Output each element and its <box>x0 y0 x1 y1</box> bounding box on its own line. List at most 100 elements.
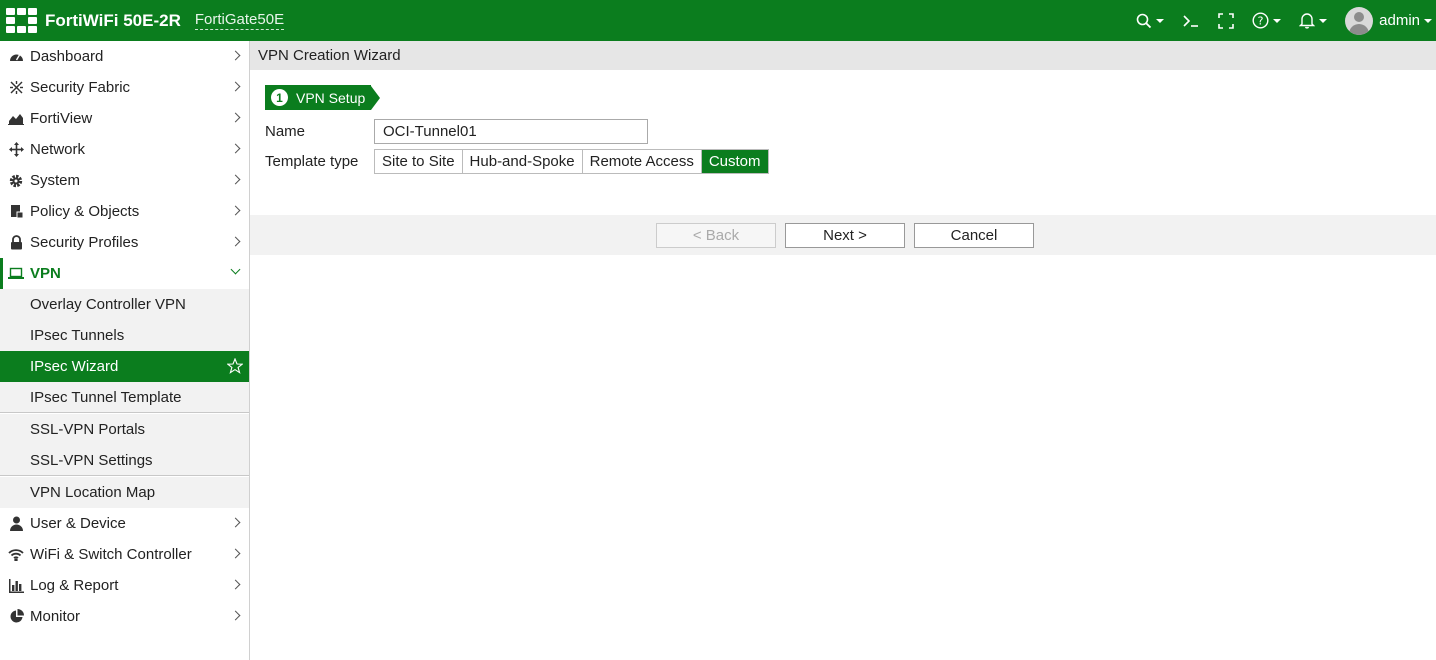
sidebar-item-label: User & Device <box>30 515 126 532</box>
chevron-right-icon <box>230 548 241 559</box>
fullscreen-icon <box>1218 12 1234 29</box>
policy-document-icon <box>8 204 24 220</box>
chevron-right-icon <box>230 112 241 123</box>
chevron-down-icon <box>1319 18 1328 23</box>
user-menu-button[interactable]: admin <box>1345 6 1432 35</box>
sidebar-subitem-ipsec-tunnel-template[interactable]: IPsec Tunnel Template <box>0 382 249 413</box>
sidebar-item-user-device[interactable]: User & Device <box>0 508 249 539</box>
sidebar-item-label: Log & Report <box>30 577 119 594</box>
step-arrow <box>371 85 381 110</box>
notification-bell-icon <box>1299 13 1316 29</box>
sidebar-subitem-label: IPsec Tunnel Template <box>30 388 182 406</box>
svg-text:?: ? <box>1258 15 1264 28</box>
template-option-hub-and-spoke[interactable]: Hub-and-Spoke <box>462 150 583 173</box>
cli-console-button[interactable] <box>1182 13 1200 29</box>
chevron-right-icon <box>230 50 241 61</box>
sidebar-subitem-label: VPN Location Map <box>30 484 156 501</box>
template-option-custom[interactable]: Custom <box>701 150 768 173</box>
template-type-selector: Site to Site Hub-and-Spoke Remote Access… <box>374 149 769 174</box>
sidebar-item-label: VPN <box>30 265 61 282</box>
chevron-right-icon <box>230 517 241 528</box>
template-option-remote-access[interactable]: Remote Access <box>582 150 702 173</box>
next-button[interactable]: Next > <box>785 223 905 248</box>
sidebar-item-label: Security Profiles <box>30 234 139 251</box>
sidebar-nav: Dashboard Security Fabric FortiView Netw… <box>0 41 250 660</box>
step-number-badge: 1 <box>271 89 288 106</box>
sidebar-subitem-label: IPsec Wizard <box>30 358 119 375</box>
device-model: FortiWiFi 50E-2R <box>45 10 181 30</box>
search-button[interactable] <box>1136 13 1165 29</box>
cli-console-icon <box>1183 14 1199 27</box>
sidebar-item-network[interactable]: Network <box>0 134 249 165</box>
top-bar: FortiWiFi 50E-2R FortiGate50E ? admin <box>0 0 1436 41</box>
sidebar-item-system[interactable]: System <box>0 165 249 196</box>
sidebar-item-monitor[interactable]: Monitor <box>0 601 249 632</box>
template-option-site-to-site[interactable]: Site to Site <box>375 150 463 173</box>
sidebar-subitem-ssl-vpn-settings[interactable]: SSL-VPN Settings <box>0 445 249 476</box>
sidebar-item-label: WiFi & Switch Controller <box>30 546 192 563</box>
sidebar-item-wifi-switch-controller[interactable]: WiFi & Switch Controller <box>0 539 249 570</box>
user-icon <box>8 516 24 532</box>
chevron-down-icon <box>1156 18 1165 23</box>
sidebar-item-policy-objects[interactable]: Policy & Objects <box>0 196 249 227</box>
step-label: VPN Setup <box>296 89 366 106</box>
sidebar-subitem-label: Overlay Controller VPN <box>30 296 186 313</box>
laptop-icon <box>8 266 24 282</box>
page-title: VPN Creation Wizard <box>258 47 401 64</box>
chevron-right-icon <box>230 610 241 621</box>
chevron-right-icon <box>230 205 241 216</box>
sidebar-item-log-report[interactable]: Log & Report <box>0 570 249 601</box>
cancel-button[interactable]: Cancel <box>914 223 1034 248</box>
sidebar-item-security-profiles[interactable]: Security Profiles <box>0 227 249 258</box>
sidebar-item-label: FortiView <box>30 110 93 127</box>
back-button[interactable]: < Back <box>656 223 776 248</box>
log-chart-icon <box>8 578 24 594</box>
wizard-footer: < Back Next > Cancel <box>250 215 1436 255</box>
sidebar-item-vpn[interactable]: VPN <box>0 258 249 289</box>
template-type-label: Template type <box>265 153 359 170</box>
sidebar-subitem-ipsec-tunnels[interactable]: IPsec Tunnels <box>0 320 249 351</box>
device-hostname[interactable]: FortiGate50E <box>194 11 285 30</box>
avatar <box>1345 6 1374 35</box>
sidebar-subitem-vpn-location-map[interactable]: VPN Location Map <box>0 477 249 508</box>
notifications-button[interactable] <box>1299 12 1328 29</box>
search-icon <box>1136 13 1152 28</box>
main-content: VPN Creation Wizard 1 VPN Setup Name Tem… <box>250 41 1436 660</box>
sidebar-item-fortiview[interactable]: FortiView <box>0 103 249 134</box>
sidebar-subitem-ipsec-wizard[interactable]: IPsec Wizard <box>0 351 249 382</box>
dashboard-icon <box>8 49 24 65</box>
help-button[interactable]: ? <box>1252 12 1282 29</box>
sidebar-item-label: Dashboard <box>30 48 104 65</box>
chevron-right-icon <box>230 579 241 590</box>
monitor-pie-icon <box>8 609 24 625</box>
chevron-right-icon <box>230 174 241 185</box>
template-type-row: Template type Site to Site Hub-and-Spoke… <box>265 149 769 174</box>
sidebar-subitem-overlay-controller-vpn[interactable]: Overlay Controller VPN <box>0 289 249 320</box>
sidebar-item-security-fabric[interactable]: Security Fabric <box>0 72 249 103</box>
chevron-down-icon <box>1273 18 1282 23</box>
sidebar-subitem-ssl-vpn-portals[interactable]: SSL-VPN Portals <box>0 414 249 445</box>
name-label: Name <box>265 123 306 140</box>
name-row: Name <box>265 119 648 144</box>
name-input[interactable] <box>374 119 648 144</box>
wifi-icon <box>8 547 24 563</box>
favorite-star-icon[interactable] <box>226 357 244 378</box>
wizard-step-indicator: 1 VPN Setup <box>265 85 381 110</box>
username-label: admin <box>1379 12 1420 29</box>
sidebar-item-label: Policy & Objects <box>30 203 140 220</box>
chevron-right-icon <box>230 236 241 247</box>
chevron-down-icon <box>1424 18 1432 23</box>
sidebar-item-dashboard[interactable]: Dashboard <box>0 41 249 72</box>
sidebar-subitem-label: IPsec Tunnels <box>30 327 125 344</box>
chevron-right-icon <box>230 143 241 154</box>
sidebar-item-label: Security Fabric <box>30 79 131 96</box>
fortiview-chart-icon <box>8 111 24 127</box>
fullscreen-button[interactable] <box>1218 12 1234 29</box>
security-fabric-icon <box>8 80 24 96</box>
chevron-right-icon <box>230 81 241 92</box>
fortinet-logo-icon[interactable] <box>6 7 38 34</box>
lock-icon <box>8 235 24 251</box>
network-arrows-icon <box>8 142 24 158</box>
wizard-step-body: 1 VPN Setup <box>265 85 372 110</box>
chevron-down-icon <box>230 264 241 275</box>
